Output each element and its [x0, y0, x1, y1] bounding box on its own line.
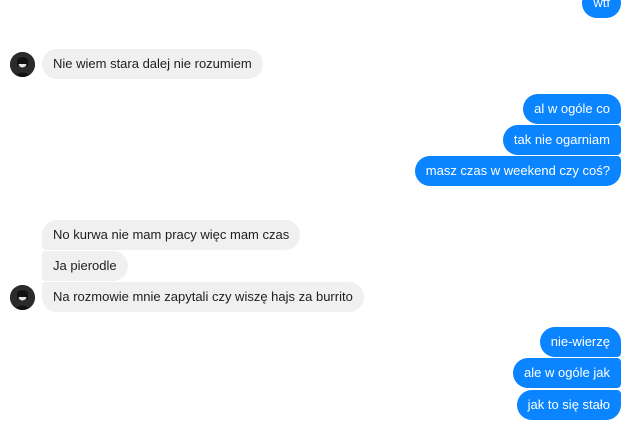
message-bubble-outgoing[interactable]: nie-wierzę — [539, 327, 621, 357]
message-bubble-outgoing[interactable]: masz czas w weekend czy coś? — [414, 156, 621, 186]
contact-avatar[interactable] — [10, 52, 35, 77]
message-bubble-incoming[interactable]: No kurwa nie mam pracy więc mam czas — [42, 220, 301, 250]
avatar-icon — [10, 52, 35, 77]
message-bubble-outgoing[interactable]: jak to się stało — [516, 390, 621, 420]
message-bubble-incoming[interactable]: Ja pierodle — [42, 251, 128, 281]
avatar-icon — [10, 285, 35, 310]
message-bubble-incoming[interactable]: Nie wiem stara dalej nie rozumiem — [42, 49, 263, 79]
message-bubble-outgoing[interactable]: wtf — [582, 0, 621, 18]
message-bubble-incoming[interactable]: Na rozmowie mnie zapytali czy wiszę hajs… — [42, 282, 364, 312]
message-bubble-outgoing[interactable]: al w ogóle co — [523, 94, 621, 124]
message-bubble-outgoing[interactable]: tak nie ogarniam — [502, 125, 621, 155]
contact-avatar[interactable] — [10, 285, 35, 310]
message-bubble-outgoing[interactable]: ale w ogóle jak — [513, 358, 621, 388]
